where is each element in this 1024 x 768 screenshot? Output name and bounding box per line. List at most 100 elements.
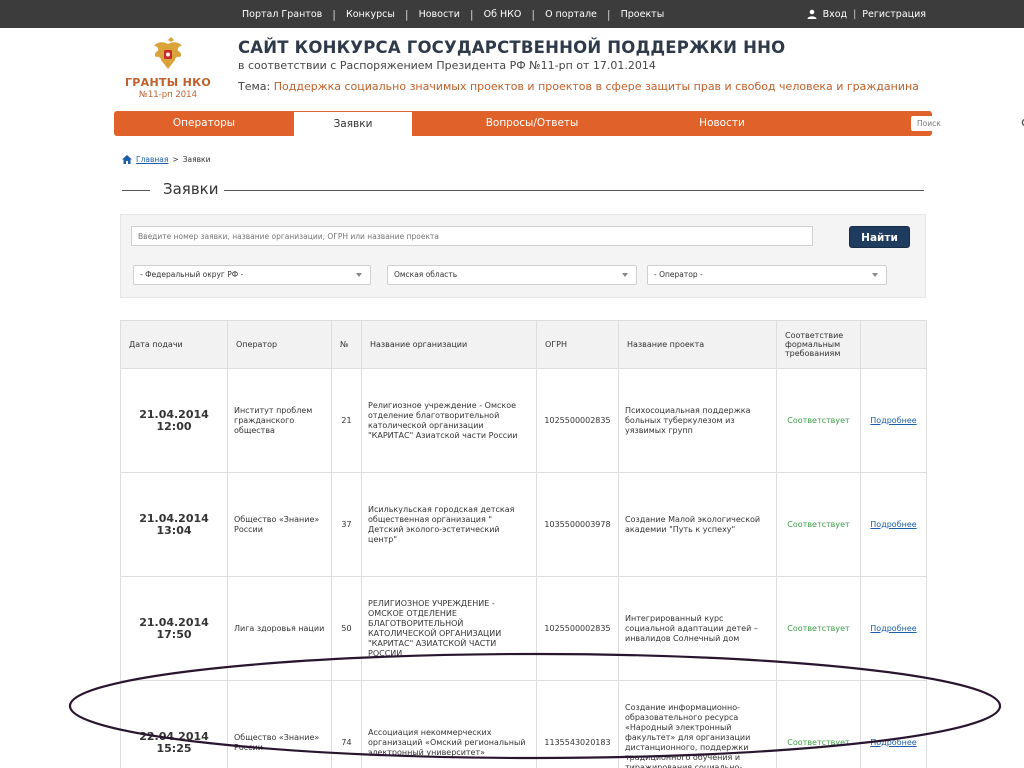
region-select-value: Омская область (394, 270, 458, 279)
region-select[interactable]: Омская область (387, 265, 637, 285)
breadcrumb: Главная > Заявки (122, 155, 210, 164)
date-cell: 21.04.2014 13:04 (120, 472, 228, 577)
ogrn-cell: 1135543020183 (536, 680, 619, 768)
logo-title: ГРАНТЫ НКО (124, 76, 212, 89)
theme-value: Поддержка социально значимых проектов и … (273, 80, 919, 93)
organization-cell: Религиозное учреждение - Омское отделени… (361, 368, 537, 473)
top-nav-about-portal[interactable]: О портале (535, 9, 607, 20)
site-theme: Тема: Поддержка социально значимых проек… (238, 80, 919, 93)
operator-cell: Общество «Знание» России (227, 472, 332, 577)
compliance-cell: Соответствует (776, 680, 861, 768)
actions-cell: Подробнее (860, 368, 927, 473)
number-cell: 74 (331, 680, 362, 768)
user-icon (807, 9, 817, 19)
project-cell: Интегрированный курс социальной адаптаци… (618, 576, 777, 681)
applications-table: Дата подачи Оператор № Название организа… (120, 320, 927, 768)
ogrn-cell: 1025500002835 (536, 368, 619, 473)
column-header-project: Название проекта (618, 320, 777, 369)
project-cell: Создание Малой экологической академии "П… (618, 472, 777, 577)
details-link[interactable]: Подробнее (870, 738, 916, 747)
time-value: 15:25 (156, 741, 192, 755)
operator-select[interactable]: - Оператор - (647, 265, 887, 285)
auth-links: Вход | Регистрация (807, 0, 926, 28)
actions-cell: Подробнее (860, 472, 927, 577)
breadcrumb-home-link[interactable]: Главная (136, 155, 168, 164)
ogrn-cell: 1035500003978 (536, 472, 619, 577)
site-title: САЙТ КОНКУРСА ГОСУДАРСТВЕННОЙ ПОДДЕРЖКИ … (238, 38, 786, 57)
operator-cell: Лига здоровья нации (227, 576, 332, 681)
compliance-cell: Соответствует (776, 472, 861, 577)
top-nav-projects[interactable]: Проекты (611, 9, 675, 20)
number-cell: 37 (331, 472, 362, 577)
menu-item-applications[interactable]: Заявки (294, 111, 412, 136)
home-icon[interactable] (122, 155, 132, 164)
column-header-organization: Название организации (361, 320, 537, 369)
time-value: 12:00 (156, 419, 192, 433)
page-title: Заявки (163, 180, 219, 198)
chevron-down-icon (872, 273, 878, 277)
site-logo[interactable]: ГРАНТЫ НКО №11-рп 2014 (112, 36, 224, 100)
actions-cell: Подробнее (860, 680, 927, 768)
number-cell: 50 (331, 576, 362, 681)
auth-separator: | (853, 8, 857, 20)
register-link[interactable]: Регистрация (862, 9, 926, 20)
table-row: 21.04.2014 12:00 Институт проблем граждан… (120, 368, 927, 473)
application-search-input[interactable] (131, 226, 813, 246)
main-menu: Операторы Заявки Вопросы/Ответы Новости (114, 111, 1024, 136)
actions-cell: Подробнее (860, 576, 927, 681)
compliance-cell: Соответствует (776, 576, 861, 681)
column-header-compliance: Соответствие формальным требованиям (776, 320, 861, 369)
top-nav: Портал Грантов | Конкурсы | Новости | Об… (232, 0, 674, 28)
operator-cell: Институт проблем гражданского общества (227, 368, 332, 473)
time-value: 17:50 (156, 627, 192, 641)
district-select-value: - Федеральный округ РФ - (140, 270, 244, 279)
compliance-cell: Соответствует (776, 368, 861, 473)
theme-label: Тема: (238, 80, 271, 93)
ogrn-cell: 1025500002835 (536, 576, 619, 681)
breadcrumb-current: Заявки (182, 155, 211, 164)
login-link[interactable]: Вход (823, 9, 848, 20)
top-nav-about-nko[interactable]: Об НКО (474, 9, 532, 20)
details-link[interactable]: Подробнее (870, 624, 916, 633)
project-cell: Психосоциальная поддержка больных туберк… (618, 368, 777, 473)
table-row: 21.04.2014 17:50 Лига здоровья нации 50 Р… (120, 576, 927, 681)
title-divider-left (122, 190, 150, 191)
date-cell: 22.04.2014 15:25 (120, 680, 228, 768)
chevron-down-icon (356, 273, 362, 277)
district-select[interactable]: - Федеральный округ РФ - (133, 265, 371, 285)
column-header-ogrn: ОГРН (536, 320, 619, 369)
menu-item-faq[interactable]: Вопросы/Ответы (412, 111, 652, 136)
operator-select-value: - Оператор - (654, 270, 703, 279)
time-value: 13:04 (156, 523, 192, 537)
column-header-date: Дата подачи (120, 320, 228, 369)
table-header-row: Дата подачи Оператор № Название организа… (120, 320, 927, 369)
date-cell: 21.04.2014 17:50 (120, 576, 228, 681)
filter-panel: Найти - Федеральный округ РФ - Омская об… (120, 214, 926, 298)
table-row: 21.04.2014 13:04 Общество «Знание» России… (120, 472, 927, 577)
project-cell: Создание информационно-образовательного … (618, 680, 777, 768)
table-row: 22.04.2014 15:25 Общество «Знание» России… (120, 680, 927, 768)
organization-cell: Исилькульская городская детская обществе… (361, 472, 537, 577)
chevron-down-icon (622, 273, 628, 277)
logo-subtitle: №11-рп 2014 (138, 90, 197, 100)
operator-cell: Общество «Знание» России (227, 680, 332, 768)
title-divider-right (224, 190, 924, 191)
column-header-operator: Оператор (227, 320, 332, 369)
menu-item-news[interactable]: Новости (652, 111, 792, 136)
organization-cell: РЕЛИГИОЗНОЕ УЧРЕЖДЕНИЕ - ОМСКОЕ ОТДЕЛЕНИ… (361, 576, 537, 681)
find-button[interactable]: Найти (849, 226, 910, 248)
breadcrumb-separator: > (172, 155, 179, 164)
top-nav-grants-portal[interactable]: Портал Грантов (232, 9, 332, 20)
menu-item-operators[interactable]: Операторы (114, 111, 294, 136)
number-cell: 21 (331, 368, 362, 473)
column-header-actions (860, 320, 927, 369)
date-cell: 21.04.2014 12:00 (120, 368, 228, 473)
details-link[interactable]: Подробнее (870, 416, 916, 425)
site-subtitle: в соответствии с Распоряжением Президент… (238, 59, 656, 72)
details-link[interactable]: Подробнее (870, 520, 916, 529)
coat-of-arms-icon (154, 37, 182, 69)
top-nav-contests[interactable]: Конкурсы (336, 9, 405, 20)
search-input[interactable] (911, 116, 1024, 131)
top-nav-news[interactable]: Новости (409, 9, 470, 20)
organization-cell: Ассоциация некоммерческих организаций «О… (361, 680, 537, 768)
